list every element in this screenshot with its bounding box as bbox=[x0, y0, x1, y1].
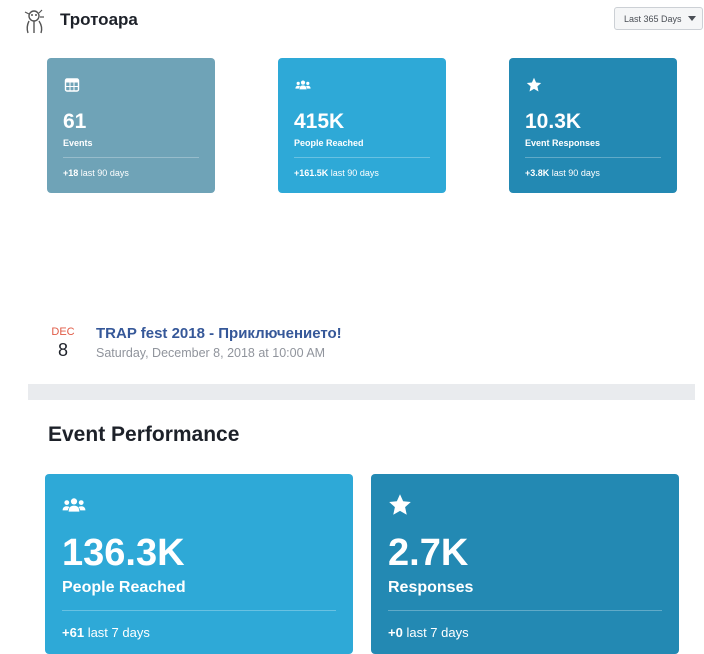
events-change-period: last 90 days bbox=[80, 168, 129, 178]
events-change-value: +18 bbox=[63, 168, 79, 178]
performance-people-reached-change-value: +61 bbox=[62, 625, 85, 640]
events-count: 61 bbox=[63, 110, 87, 133]
performance-responses-change: +0 last 7 days bbox=[388, 625, 469, 640]
performance-people-reached-card[interactable]: 136.3K People Reached +61 last 7 days bbox=[45, 474, 353, 654]
people-reached-change-value: +161.5K bbox=[294, 168, 329, 178]
card-divider bbox=[63, 157, 199, 158]
performance-responses-change-period: last 7 days bbox=[406, 625, 469, 640]
performance-people-reached-change: +61 last 7 days bbox=[62, 625, 150, 640]
page-logo-icon[interactable] bbox=[22, 7, 48, 35]
people-reached-card[interactable]: 415K People Reached +161.5K last 90 days bbox=[278, 58, 446, 193]
events-card[interactable]: 61 Events +18 last 90 days bbox=[47, 58, 215, 193]
card-divider bbox=[388, 610, 662, 611]
people-reached-count: 415K bbox=[294, 110, 345, 133]
calendar-icon bbox=[64, 78, 80, 92]
star-icon bbox=[526, 77, 542, 92]
performance-responses-card[interactable]: 2.7K Responses +0 last 7 days bbox=[371, 474, 679, 654]
date-range-dropdown[interactable]: Last 365 Days bbox=[614, 7, 703, 30]
star-icon bbox=[389, 494, 411, 515]
event-day: 8 bbox=[57, 340, 68, 360]
event-datetime: Saturday, December 8, 2018 at 10:00 AM bbox=[96, 346, 326, 360]
people-reached-label: People Reached bbox=[294, 138, 364, 148]
event-title-link[interactable]: TRAP fest 2018 - Приключението! bbox=[96, 325, 342, 342]
people-icon bbox=[295, 80, 311, 90]
event-responses-count: 10.3K bbox=[525, 110, 582, 133]
performance-people-reached-label: People Reached bbox=[62, 579, 186, 596]
performance-responses-change-value: +0 bbox=[388, 625, 403, 640]
event-responses-card[interactable]: 10.3K Event Responses +3.8K last 90 days bbox=[509, 58, 677, 193]
people-reached-change: +161.5K last 90 days bbox=[294, 168, 379, 178]
performance-responses-count: 2.7K bbox=[388, 532, 469, 574]
event-performance-title: Event Performance bbox=[48, 423, 240, 446]
events-label: Events bbox=[63, 138, 93, 148]
event-responses-change-period: last 90 days bbox=[551, 168, 600, 178]
page-name[interactable]: Тротоара bbox=[60, 10, 138, 30]
card-divider bbox=[62, 610, 336, 611]
card-divider bbox=[294, 157, 430, 158]
section-separator bbox=[28, 384, 695, 400]
page-header: Тротоара Last 365 Days bbox=[0, 0, 704, 40]
performance-people-reached-change-period: last 7 days bbox=[87, 625, 150, 640]
people-icon bbox=[62, 498, 86, 512]
event-responses-change: +3.8K last 90 days bbox=[525, 168, 600, 178]
performance-responses-label: Responses bbox=[388, 579, 474, 596]
card-divider bbox=[525, 157, 661, 158]
event-responses-change-value: +3.8K bbox=[525, 168, 550, 178]
people-reached-change-period: last 90 days bbox=[330, 168, 379, 178]
caret-down-icon bbox=[687, 16, 696, 21]
event-date-badge: DEC 8 bbox=[49, 326, 77, 361]
performance-people-reached-count: 136.3K bbox=[62, 532, 185, 574]
date-range-label: Last 365 Days bbox=[624, 13, 682, 24]
event-month: DEC bbox=[51, 326, 75, 338]
events-change: +18 last 90 days bbox=[63, 168, 129, 178]
event-responses-label: Event Responses bbox=[525, 138, 601, 148]
